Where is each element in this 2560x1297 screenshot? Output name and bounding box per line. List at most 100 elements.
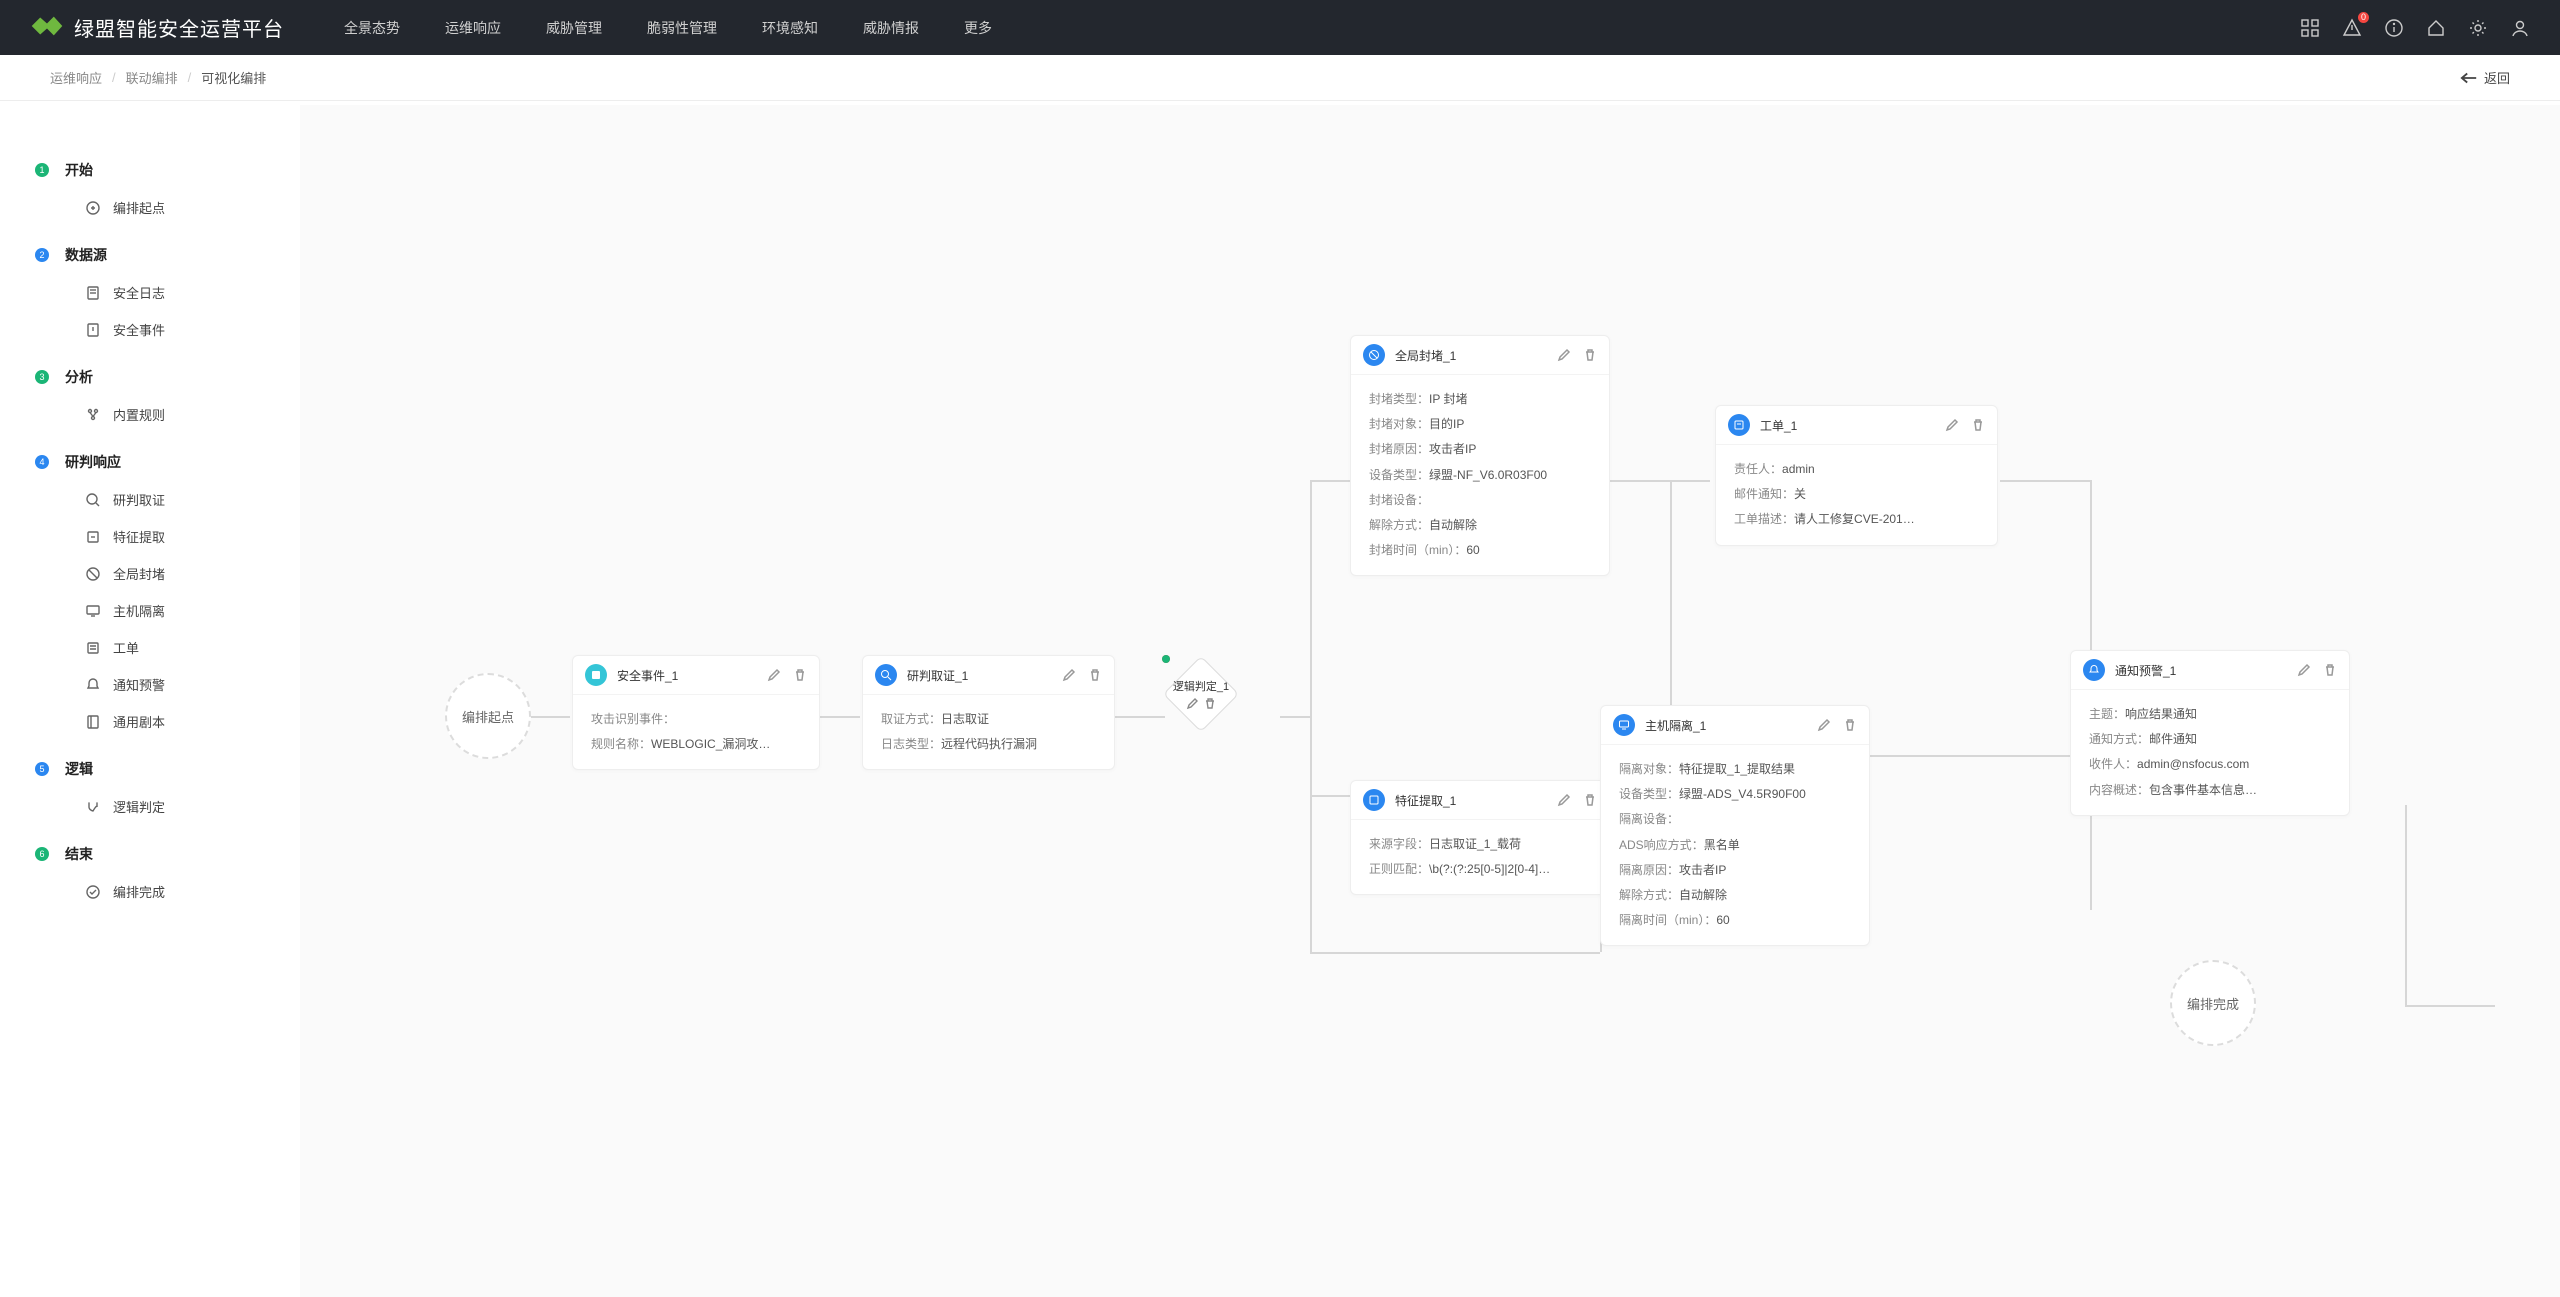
nav-panorama[interactable]: 全景态势	[344, 18, 400, 38]
palette-security-event[interactable]: 安全事件	[85, 320, 275, 339]
item-label: 主机隔离	[113, 601, 165, 620]
delete-icon[interactable]	[1971, 418, 1985, 432]
alert-badge: 0	[2358, 12, 2369, 23]
delete-icon[interactable]	[793, 668, 807, 682]
edit-icon[interactable]	[1557, 793, 1571, 807]
edit-icon[interactable]	[1817, 718, 1831, 732]
nav-threat-intel[interactable]: 威胁情报	[863, 18, 919, 38]
node-host-isolate[interactable]: 主机隔离_1 隔离对象特征提取_1_提取结果 设备类型绿盟-ADS_V4.5R9…	[1600, 705, 1870, 946]
apps-icon[interactable]	[2300, 18, 2320, 38]
card-body: 攻击识别事件 规则名称WEBLOGIC_漏洞攻…	[573, 695, 819, 769]
edit-icon[interactable]	[767, 668, 781, 682]
palette-start-node[interactable]: 编排起点	[85, 198, 275, 217]
card-body: 责任人admin 邮件通知关 工单描述请人工修复CVE-201…	[1716, 445, 1997, 545]
item-label: 研判取证	[113, 490, 165, 509]
item-label: 通知预警	[113, 675, 165, 694]
section-start: 1 开始 编排起点	[25, 160, 275, 217]
nav-threat-mgmt[interactable]: 威胁管理	[546, 18, 602, 38]
breadcrumb-l1[interactable]: 运维响应	[50, 68, 102, 87]
delete-icon[interactable]	[1204, 698, 1216, 710]
header-tools: 0	[2300, 18, 2530, 38]
nav-env-aware[interactable]: 环境感知	[762, 18, 818, 38]
section-num: 2	[35, 248, 49, 262]
card-title: 通知预警_1	[2115, 662, 2287, 679]
brand-name: 绿盟智能安全运营平台	[74, 13, 284, 42]
edit-icon[interactable]	[1186, 698, 1198, 710]
card-title: 研判取证_1	[907, 667, 1052, 684]
item-label: 安全事件	[113, 320, 165, 339]
node-ticket[interactable]: 工单_1 责任人admin 邮件通知关 工单描述请人工修复CVE-201…	[1715, 405, 1998, 546]
back-button[interactable]: 返回	[2460, 68, 2510, 87]
nav-vuln-mgmt[interactable]: 脆弱性管理	[647, 18, 717, 38]
section-logic: 5 逻辑 逻辑判定	[25, 759, 275, 816]
node-feature-extract[interactable]: 特征提取_1 来源字段日志取证_1_载荷 正则匹配\b(?:(?:25[0-5]…	[1350, 780, 1610, 895]
brand-logo-icon	[30, 13, 64, 42]
gear-icon[interactable]	[2468, 18, 2488, 38]
main-nav: 全景态势 运维响应 威胁管理 脆弱性管理 环境感知 威胁情报 更多	[344, 18, 992, 38]
node-logic-judge[interactable]: 逻辑判定_1	[1166, 659, 1236, 729]
alert-icon[interactable]: 0	[2342, 18, 2362, 38]
palette-notify[interactable]: 通知预警	[85, 675, 275, 694]
section-num: 3	[35, 370, 49, 384]
palette-feature-extract[interactable]: 特征提取	[85, 527, 275, 546]
section-analysis: 3 分析 内置规则	[25, 367, 275, 424]
item-label: 特征提取	[113, 527, 165, 546]
nav-ops-response[interactable]: 运维响应	[445, 18, 501, 38]
card-body: 取证方式日志取证 日志类型远程代码执行漏洞	[863, 695, 1114, 769]
palette-security-log[interactable]: 安全日志	[85, 283, 275, 302]
card-title: 安全事件_1	[617, 667, 757, 684]
delete-icon[interactable]	[1583, 793, 1597, 807]
palette-evidence[interactable]: 研判取证	[85, 490, 275, 509]
info-icon[interactable]	[2384, 18, 2404, 38]
section-title: 开始	[65, 160, 275, 180]
section-title: 研判响应	[65, 452, 275, 472]
section-title: 逻辑	[65, 759, 275, 779]
user-icon[interactable]	[2510, 18, 2530, 38]
node-global-block[interactable]: 全局封堵_1 封堵类型IP 封堵 封堵对象目的IP 封堵原因攻击者IP 设备类型…	[1350, 335, 1610, 576]
delete-icon[interactable]	[1088, 668, 1102, 682]
section-num: 6	[35, 847, 49, 861]
breadcrumb-l2[interactable]: 联动编排	[126, 68, 178, 87]
card-title: 全局封堵_1	[1395, 347, 1547, 364]
section-num: 5	[35, 762, 49, 776]
section-num: 1	[35, 163, 49, 177]
node-end[interactable]: 编排完成	[2170, 960, 2256, 1046]
delete-icon[interactable]	[2323, 663, 2337, 677]
extract-icon	[1363, 789, 1385, 811]
edit-icon[interactable]	[1062, 668, 1076, 682]
delete-icon[interactable]	[1843, 718, 1857, 732]
edit-icon[interactable]	[1945, 418, 1959, 432]
brand: 绿盟智能安全运营平台	[30, 13, 284, 42]
palette-builtin-rule[interactable]: 内置规则	[85, 405, 275, 424]
home-icon[interactable]	[2426, 18, 2446, 38]
bell-icon	[2083, 659, 2105, 681]
section-datasource: 2 数据源 安全日志 安全事件	[25, 245, 275, 339]
separator: /	[112, 70, 116, 85]
monitor-icon	[1613, 714, 1635, 736]
item-label: 全局封堵	[113, 564, 165, 583]
nav-more[interactable]: 更多	[964, 18, 992, 38]
node-notify[interactable]: 通知预警_1 主题响应结果通知 通知方式邮件通知 收件人admin@nsfocu…	[2070, 650, 2350, 816]
palette-host-isolate[interactable]: 主机隔离	[85, 601, 275, 620]
delete-icon[interactable]	[1583, 348, 1597, 362]
edit-icon[interactable]	[1557, 348, 1571, 362]
flow-canvas[interactable]: 编排起点 安全事件_1 攻击识别事件 规则名称WEBLOGIC_漏洞攻… 研判取…	[300, 105, 2560, 1297]
item-label: 逻辑判定	[113, 797, 165, 816]
node-security-event[interactable]: 安全事件_1 攻击识别事件 规则名称WEBLOGIC_漏洞攻…	[572, 655, 820, 770]
section-num: 4	[35, 455, 49, 469]
palette-ticket[interactable]: 工单	[85, 638, 275, 657]
node-evidence[interactable]: 研判取证_1 取证方式日志取证 日志类型远程代码执行漏洞	[862, 655, 1115, 770]
palette-logic-judge[interactable]: 逻辑判定	[85, 797, 275, 816]
palette-playbook[interactable]: 通用剧本	[85, 712, 275, 731]
breadcrumb: 运维响应 / 联动编排 / 可视化编排 返回	[0, 55, 2560, 101]
palette-global-block[interactable]: 全局封堵	[85, 564, 275, 583]
section-title: 分析	[65, 367, 275, 387]
section-end: 6 结束 编排完成	[25, 844, 275, 901]
item-label: 通用剧本	[113, 712, 165, 731]
node-start[interactable]: 编排起点	[445, 673, 531, 759]
card-body: 主题响应结果通知 通知方式邮件通知 收件人admin@nsfocus.com 内…	[2071, 690, 2349, 815]
edit-icon[interactable]	[2297, 663, 2311, 677]
card-body: 封堵类型IP 封堵 封堵对象目的IP 封堵原因攻击者IP 设备类型绿盟-NF_V…	[1351, 375, 1609, 575]
palette-end-node[interactable]: 编排完成	[85, 882, 275, 901]
card-title: 主机隔离_1	[1645, 717, 1807, 734]
